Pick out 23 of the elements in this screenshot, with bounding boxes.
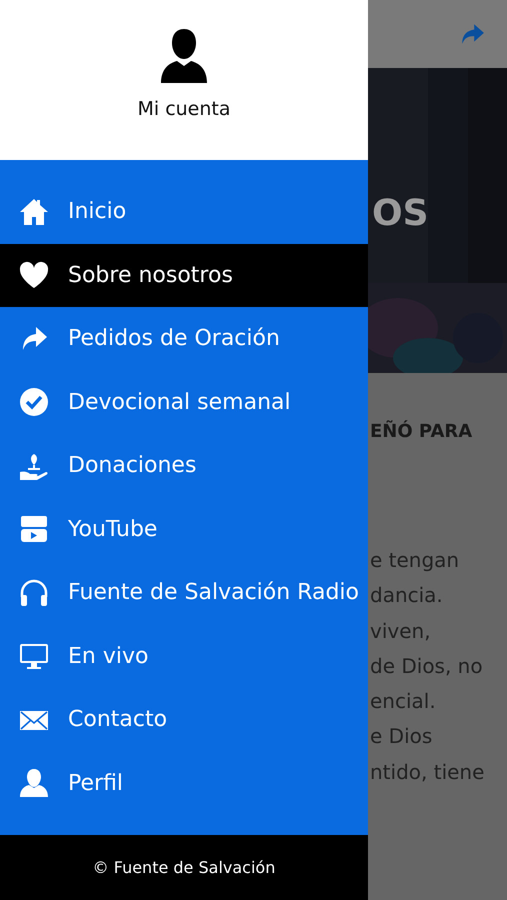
- section-heading: EÑÓ PARA: [370, 419, 474, 444]
- menu-item[interactable]: YouTube: [0, 498, 368, 561]
- menu-item[interactable]: Pedidos de Oración: [0, 307, 368, 370]
- menu-item[interactable]: Fuente de Salvación Radio: [0, 561, 368, 624]
- menu-item[interactable]: Sobre nosotros: [0, 244, 368, 307]
- user-icon: [18, 767, 50, 800]
- body-text: e tengan: [370, 547, 460, 574]
- menu-item[interactable]: En vivo: [0, 624, 368, 688]
- menu-item[interactable]: Perfil: [0, 752, 368, 815]
- body-text: e Dios: [370, 723, 434, 750]
- body-text: dancia.: [370, 582, 444, 610]
- body-text: de Dios, no: [370, 652, 484, 680]
- menu-item[interactable]: Inicio: [0, 180, 368, 244]
- menu-item[interactable]: Devocional semanal: [0, 370, 368, 434]
- body-text: encial.: [370, 688, 437, 716]
- copyright-text: © Fuente de Salvación: [92, 856, 276, 878]
- check-circle-icon: [18, 386, 50, 418]
- menu-item[interactable]: Contacto: [0, 688, 368, 752]
- body-text: ntido, tiene: [370, 758, 486, 786]
- menu-item[interactable]: Donaciones: [0, 434, 368, 498]
- page-title: OS: [372, 196, 430, 232]
- body-text: viven,: [370, 618, 432, 645]
- account-label[interactable]: Mi cuenta: [137, 95, 231, 124]
